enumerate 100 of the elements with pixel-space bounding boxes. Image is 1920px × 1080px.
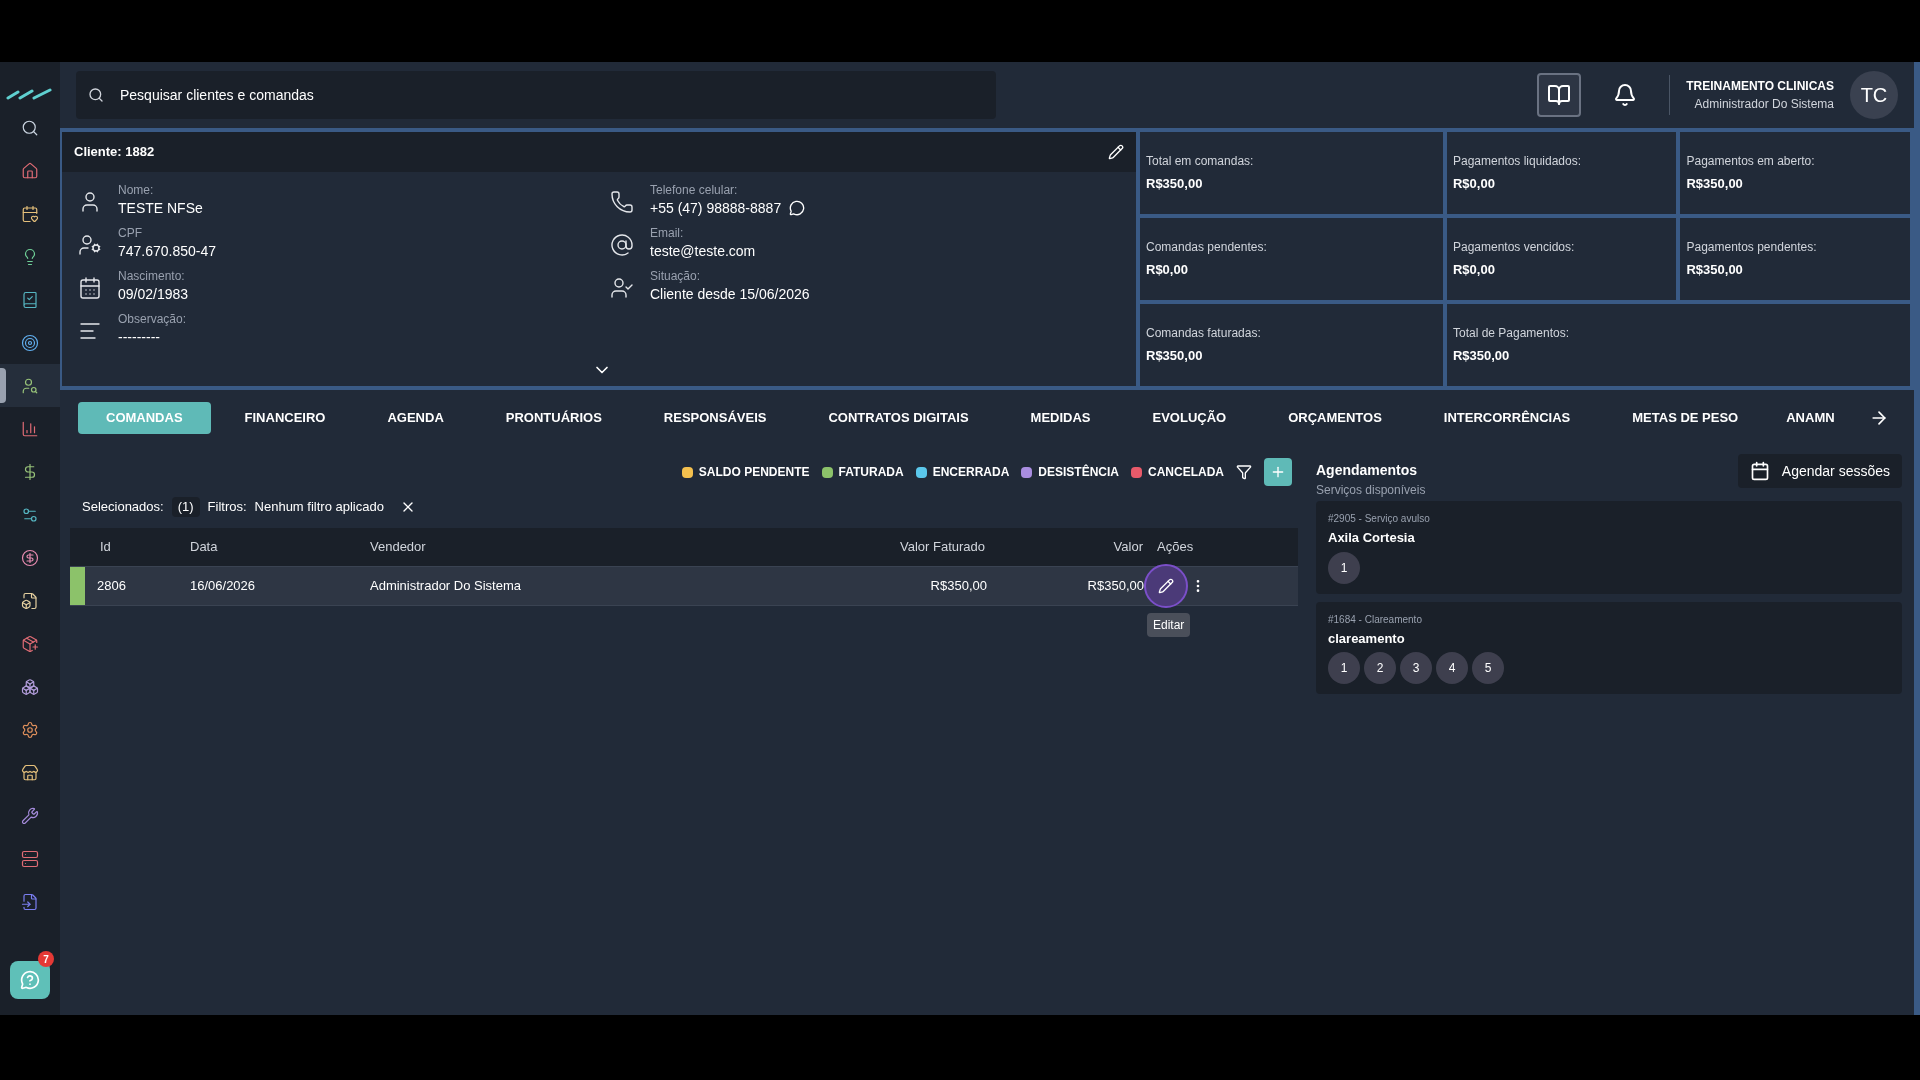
field-value: 747.670.850-47: [118, 242, 217, 261]
schedule-button[interactable]: Agendar sessões: [1737, 454, 1902, 488]
file-box-icon: [21, 591, 39, 610]
field-value: teste@teste.com: [650, 242, 756, 261]
legend-label: FATURADA: [838, 464, 904, 481]
field-value: TESTE NFSe: [118, 199, 203, 218]
search-field[interactable]: Pesquisar clientes e comandas: [76, 71, 996, 119]
stat-value: R$0,00: [1452, 175, 1496, 194]
section-subtitle: Serviços disponíveis: [1316, 482, 1426, 499]
bar-chart-icon: [21, 419, 39, 438]
tab[interactable]: AGENDA: [359, 402, 472, 434]
stat-label: Total de Pagamentos:: [1452, 325, 1571, 343]
field-label: Telefone celular:: [650, 182, 739, 198]
field-value: ---------: [118, 328, 160, 347]
tab[interactable]: ORÇAMENTOS: [1260, 402, 1410, 434]
stat-label: Pagamentos em aberto:: [1686, 153, 1816, 171]
sidebar-item[interactable]: [0, 364, 60, 407]
tab[interactable]: EVOLUÇÃO: [1124, 402, 1255, 434]
search-placeholder: Pesquisar clientes e comandas: [120, 85, 314, 105]
server-icon: [21, 849, 39, 868]
table-cell-text: Administrador Do Sistema: [370, 577, 522, 596]
session-button[interactable]: 1: [1328, 652, 1360, 684]
service-name: clareamento: [1328, 629, 1406, 648]
at-icon: [610, 233, 634, 257]
tab[interactable]: RESPONSÁVEIS: [635, 402, 795, 434]
edit-button[interactable]: [1144, 564, 1188, 608]
settings-icon: [21, 720, 39, 739]
table-cell-text: 2806: [96, 577, 127, 596]
session-button[interactable]: 1: [1328, 551, 1360, 584]
session-button[interactable]: 2: [1364, 652, 1396, 684]
search-icon: [88, 87, 104, 103]
book-check-icon: [21, 290, 39, 309]
session-button[interactable]: 5: [1472, 652, 1504, 684]
bell-icon[interactable]: [1613, 83, 1638, 107]
field-value: 09/02/1983: [118, 285, 189, 304]
tab[interactable]: INTERCORRÊNCIAS: [1415, 402, 1599, 434]
wrench-icon: [21, 806, 39, 825]
plus-icon: [1270, 464, 1286, 480]
tooltip: Editar: [1147, 613, 1191, 637]
column-header: Valor Faturado: [898, 538, 985, 557]
field-label: Email:: [650, 225, 685, 241]
stat-label: Comandas faturadas:: [1146, 325, 1262, 343]
field-label: Nome:: [118, 182, 155, 198]
field-label: Nascimento:: [118, 268, 186, 284]
stat-value: R$0,00: [1452, 261, 1496, 280]
stat-value: R$350,00: [1146, 175, 1204, 194]
user-avatar[interactable]: TC: [1850, 71, 1898, 119]
table-cell-text: R$350,00: [1086, 577, 1144, 596]
stat-value: R$350,00: [1146, 347, 1204, 366]
phone-icon: [610, 190, 634, 214]
selection-indicator: [0, 368, 6, 403]
field-value: +55 (47) 98888-8887: [650, 199, 782, 218]
book-button[interactable]: [1537, 73, 1582, 117]
legend-label: DESISTÊNCIA: [1038, 463, 1119, 481]
help-icon: [20, 970, 40, 990]
legend-label: SALDO PENDENTE: [698, 464, 810, 481]
stat-label: Comandas pendentes:: [1146, 239, 1268, 257]
file-input-icon: [21, 892, 39, 911]
edit-icon[interactable]: [1108, 144, 1124, 160]
notification-badge: 7: [38, 951, 54, 967]
book-icon: [1547, 83, 1572, 107]
tab[interactable]: METAS DE PESO: [1604, 402, 1767, 434]
section-title: Agendamentos: [1316, 461, 1419, 480]
user-name: TREINAMENTO CLINICAS: [1686, 78, 1834, 95]
search-icon: [21, 118, 39, 137]
stat-label: Pagamentos vencidos:: [1452, 239, 1576, 257]
column-header: Valor: [1112, 538, 1143, 557]
stat-value: R$350,00: [1452, 347, 1511, 366]
selected-count: (1): [171, 497, 200, 517]
tab[interactable]: PRONTUÁRIOS: [477, 402, 630, 434]
store-icon: [21, 763, 39, 782]
tab[interactable]: FINANCEIRO: [216, 402, 354, 434]
filter-icon[interactable]: [1236, 464, 1252, 480]
calendar-icon: [1749, 461, 1770, 481]
column-header: Vendedor: [370, 538, 427, 557]
client-title: Cliente: 1882: [74, 143, 155, 162]
table-cell-text: 16/06/2026: [190, 577, 257, 596]
add-button[interactable]: [1264, 458, 1292, 486]
column-header: Ações: [1156, 538, 1194, 557]
service-name: Axila Cortesia: [1328, 529, 1416, 547]
field-label: Observação:: [118, 311, 187, 327]
help-button[interactable]: [10, 961, 50, 999]
target-icon: [21, 333, 39, 352]
user-check-icon: [610, 276, 634, 300]
service-code: #2905 - Serviço avulso: [1328, 512, 1431, 526]
legend-label: ENCERRADA: [932, 464, 1010, 481]
tab[interactable]: ANAMN: [1772, 402, 1863, 434]
tab[interactable]: MEDIDAS: [1002, 402, 1119, 434]
user-role: Administrador Do Sistema: [1694, 96, 1834, 113]
column-header: Data: [190, 538, 219, 557]
selected-label: Selecionados:: [82, 498, 164, 517]
stat-label: Total em comandas:: [1146, 153, 1255, 171]
filters-label: Filtros:: [207, 498, 247, 517]
pencil-icon: [1158, 578, 1174, 594]
session-button[interactable]: 3: [1400, 652, 1432, 684]
session-button[interactable]: 4: [1436, 652, 1468, 684]
tab[interactable]: CONTRATOS DIGITAIS: [800, 402, 997, 434]
field-label: Situação:: [650, 268, 702, 284]
field-label: CPF: [118, 225, 143, 241]
package-plus-icon: [21, 634, 39, 653]
